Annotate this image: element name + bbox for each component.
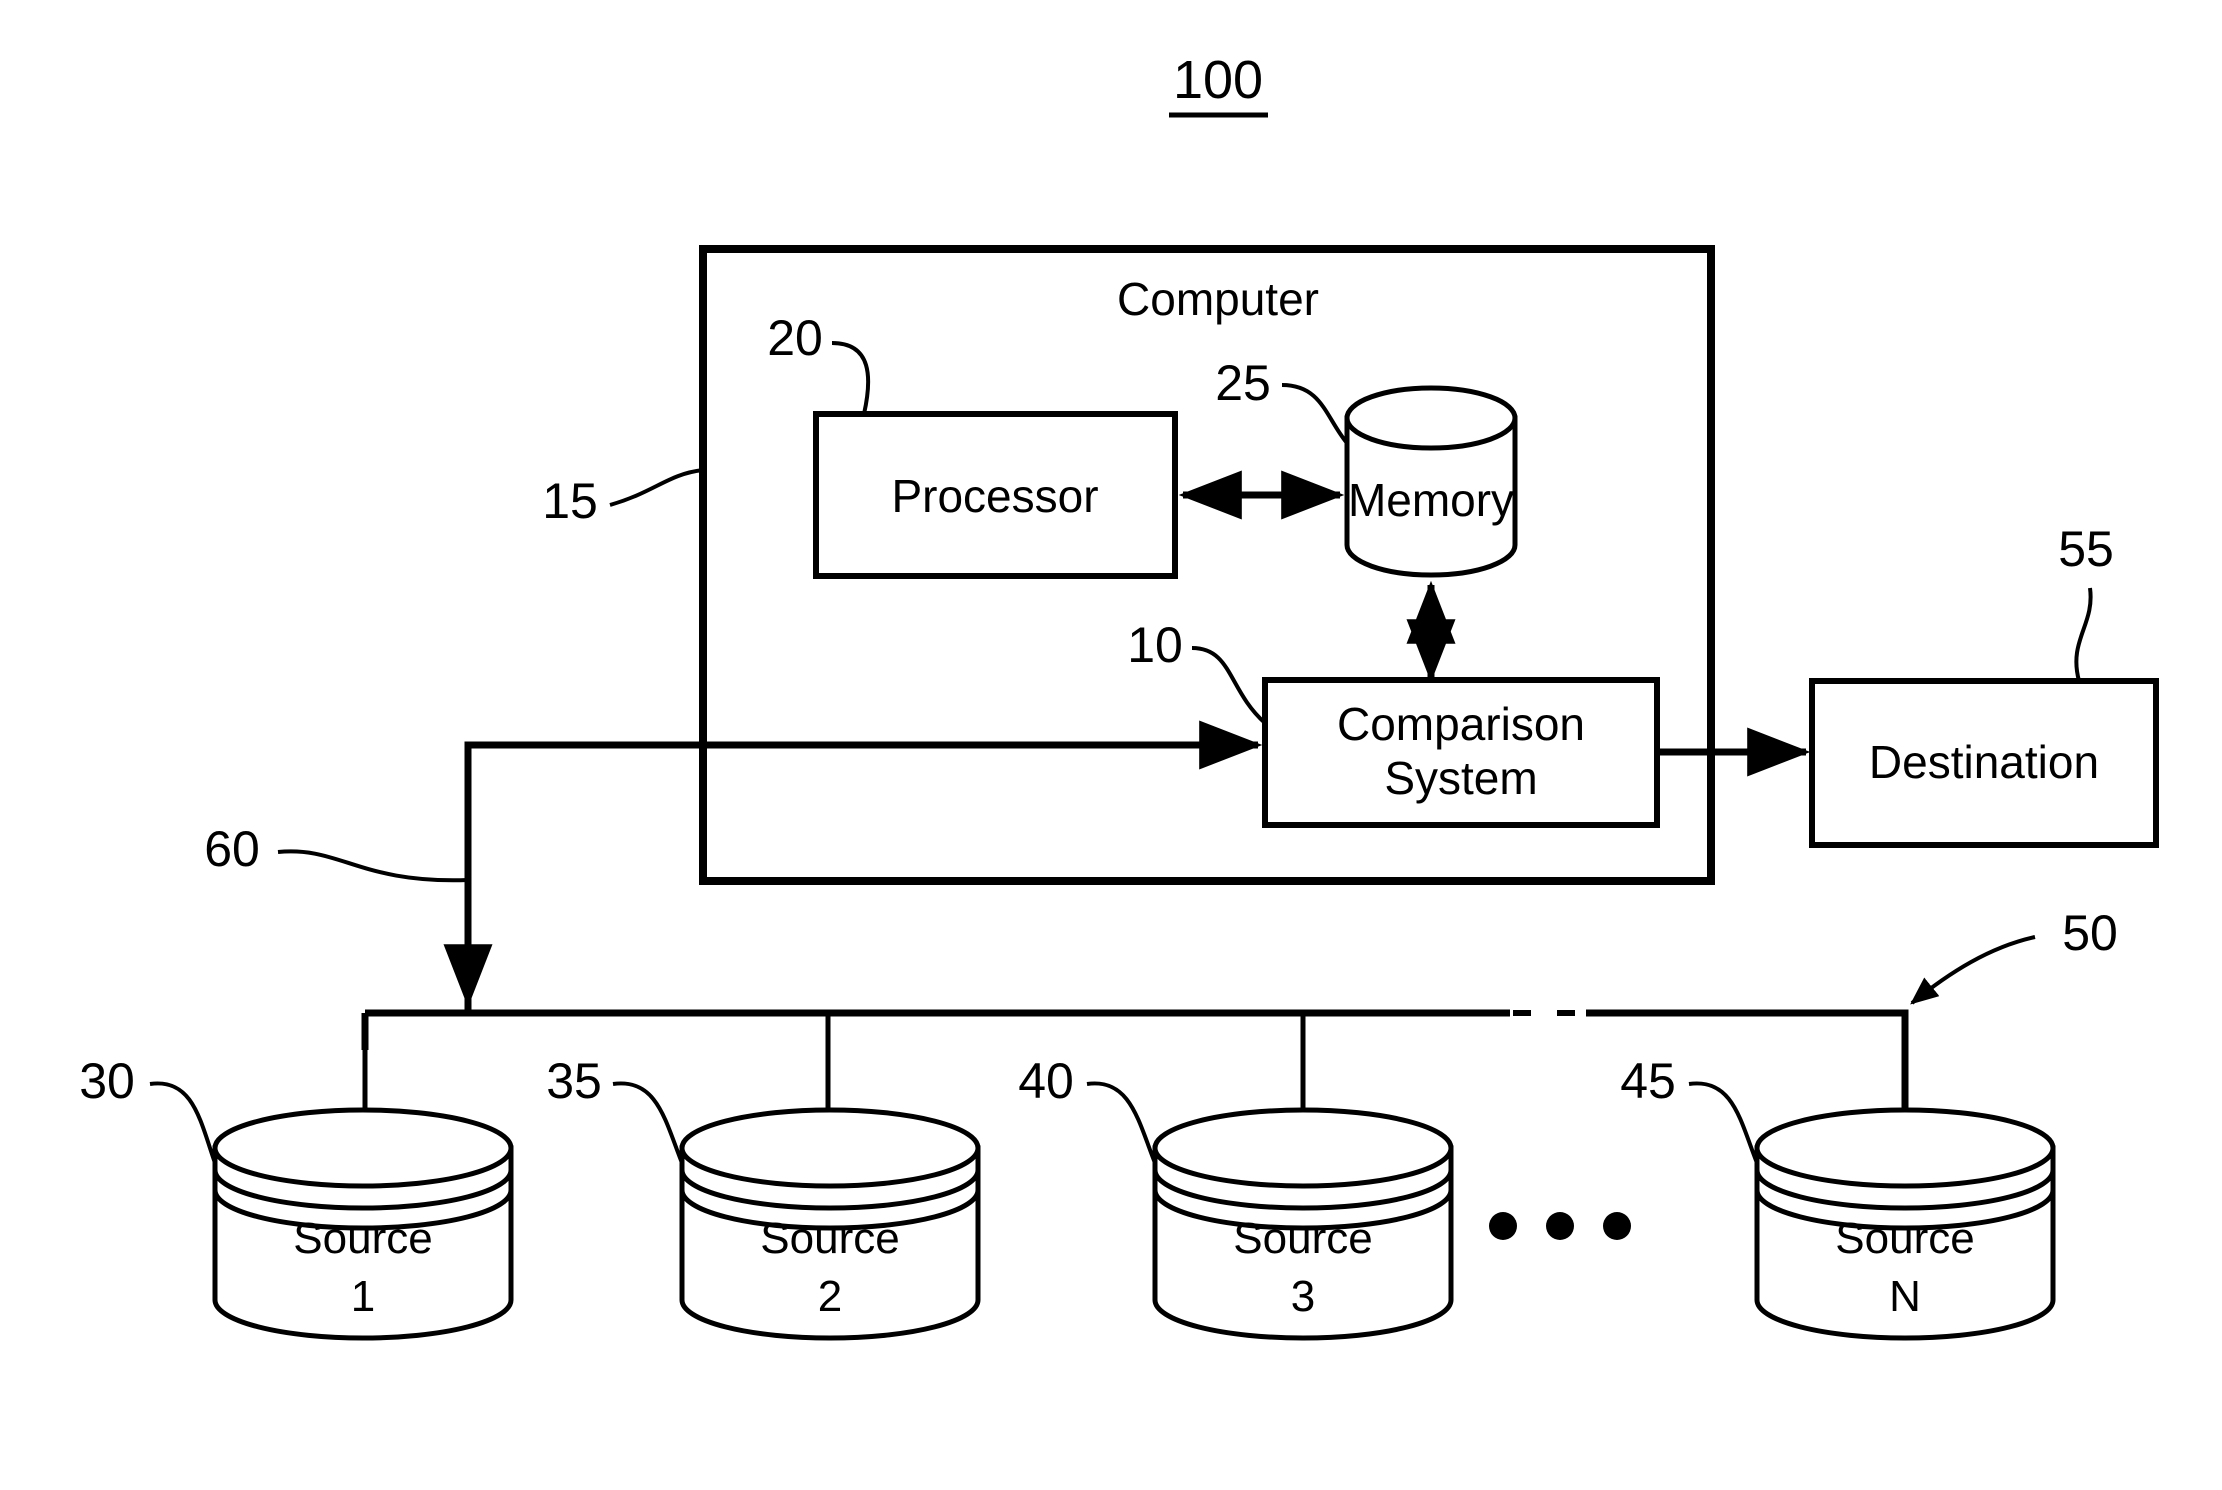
source-3-top: [1152, 1107, 1454, 1189]
comparison-system-ref-number: 10: [1127, 617, 1183, 673]
destination-label: Destination: [1869, 736, 2099, 788]
ellipsis-dot-3: [1603, 1212, 1631, 1240]
source-1-label: Source: [293, 1214, 432, 1263]
source-2-leader-line: [612, 1081, 684, 1164]
destination-leader-line: [2074, 587, 2093, 682]
processor-label: Processor: [891, 470, 1098, 522]
computer-ref-number: 15: [542, 473, 598, 529]
memory-ref-callout: 25: [1215, 355, 1349, 445]
input-path-leader-line: [277, 849, 469, 883]
computer-ref-callout: 15: [542, 468, 704, 529]
source-1-ref-callout: 30: [79, 1053, 217, 1164]
input-path-ref-number: 60: [204, 821, 260, 877]
destination-ref-number: 55: [2058, 521, 2114, 577]
computer-block: Computer: [699, 245, 1715, 885]
sources-ellipsis: [1489, 1212, 1631, 1240]
source-1-index: 1: [351, 1272, 375, 1321]
source-n-leader-line: [1688, 1081, 1759, 1164]
source-n-top: [1754, 1107, 2056, 1189]
source-1-leader-line: [149, 1081, 217, 1164]
source-3-leader-line: [1086, 1081, 1157, 1164]
source-1-ref-number: 30: [79, 1053, 135, 1109]
figure-page: 100 Computer 15 Processor 20 Memory 25 C…: [0, 0, 2222, 1490]
memory-cylinder-top: [1344, 385, 1518, 451]
source-n-ref-number: 45: [1620, 1053, 1676, 1109]
figure-title-text: 100: [1173, 50, 1263, 110]
processor-block: Processor: [813, 411, 1178, 579]
source-3-label: Source: [1233, 1214, 1372, 1263]
ellipsis-dot-1: [1489, 1212, 1517, 1240]
source-cylinder-1: Source 1: [212, 1107, 514, 1341]
memory-label: Memory: [1348, 474, 1514, 526]
computer-leader-line: [609, 468, 704, 507]
ellipsis-dot-2: [1546, 1212, 1574, 1240]
source-2-top: [679, 1107, 981, 1189]
comparison-system-ref-callout: 10: [1127, 617, 1267, 725]
source-cylinder-3: Source 3: [1152, 1107, 1454, 1341]
source-3-ref-callout: 40: [1018, 1053, 1157, 1164]
source-3-index: 3: [1291, 1272, 1315, 1321]
comparison-system-label-line1: Comparison: [1337, 698, 1585, 750]
memory-leader-line: [1281, 383, 1349, 445]
processor-ref-number: 20: [767, 310, 823, 366]
source-1-top: [212, 1107, 514, 1189]
bus-leader-arrow: [1910, 935, 2036, 1005]
source-n-index: N: [1889, 1272, 1921, 1321]
source-n-label: Source: [1835, 1214, 1974, 1263]
memory-ref-number: 25: [1215, 355, 1271, 411]
destination-ref-callout: 55: [2058, 521, 2114, 682]
diagram-canvas: 100 Computer 15 Processor 20 Memory 25 C…: [79, 50, 2159, 1341]
processor-leader-line: [831, 341, 871, 415]
source-2-label: Source: [760, 1214, 899, 1263]
computer-label: Computer: [1117, 273, 1319, 325]
comparison-system-leader-line: [1191, 646, 1267, 725]
destination-block: Destination: [1809, 678, 2159, 848]
bus-ref-callout: 50: [1910, 905, 2118, 1005]
input-path-ref-callout: 60: [204, 821, 469, 883]
comparison-system-block: Comparison System: [1262, 677, 1660, 828]
source-3-ref-number: 40: [1018, 1053, 1074, 1109]
processor-ref-callout: 20: [767, 310, 871, 415]
source-2-index: 2: [818, 1272, 842, 1321]
bus-ref-number: 50: [2062, 905, 2118, 961]
comparison-system-label-line2: System: [1384, 752, 1537, 804]
source-2-ref-callout: 35: [546, 1053, 684, 1164]
figure-title: 100: [1169, 50, 1268, 118]
source-n-ref-callout: 45: [1620, 1053, 1759, 1164]
source-cylinder-n: Source N: [1754, 1107, 2056, 1341]
source-2-ref-number: 35: [546, 1053, 602, 1109]
computer-box: [699, 245, 1715, 885]
memory-block: Memory: [1344, 385, 1518, 578]
source-cylinder-2: Source 2: [679, 1107, 981, 1341]
